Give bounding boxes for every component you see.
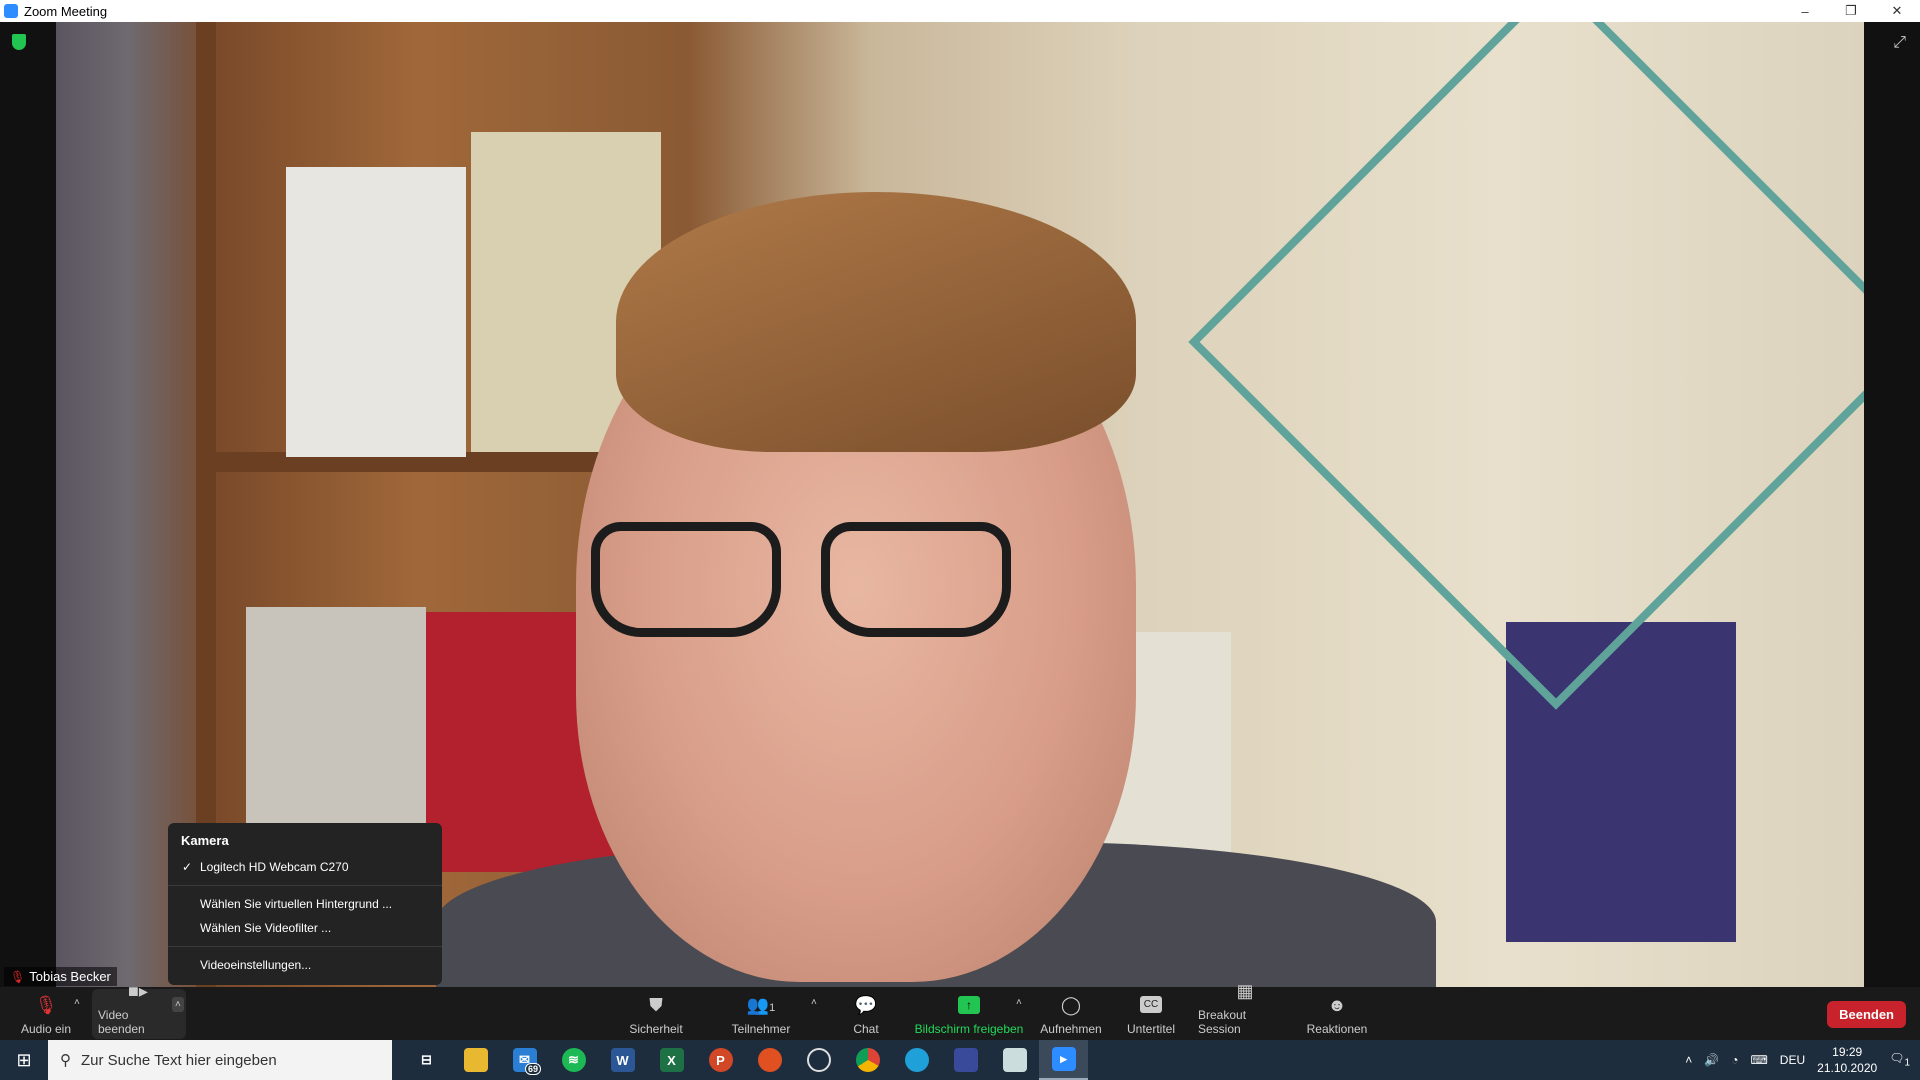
notification-count: 1: [1904, 1057, 1910, 1069]
zoom-taskbar-icon[interactable]: ▸: [1039, 1040, 1088, 1080]
share-screen-button[interactable]: ↑ Bildschirm freigeben: [912, 987, 1026, 1040]
reactions-button[interactable]: ☻ Reaktionen: [1306, 987, 1368, 1040]
time: 19:29: [1832, 1045, 1863, 1059]
obs-icon[interactable]: [794, 1040, 843, 1080]
chat-button[interactable]: 💬 Chat: [846, 987, 886, 1040]
spotify-icon[interactable]: ≋: [549, 1040, 598, 1080]
record-icon: ◯: [1060, 995, 1082, 1015]
share-label: Bildschirm freigeben: [914, 1022, 1024, 1036]
muted-mic-icon: 🎙: [10, 969, 26, 984]
smiley-plus-icon: ☻: [1327, 995, 1347, 1015]
keyboard-icon[interactable]: ⌨: [1750, 1053, 1767, 1067]
video-options-caret[interactable]: ˄: [172, 997, 184, 1012]
participants-label: Teilnehmer: [731, 1022, 791, 1036]
app-icon[interactable]: [745, 1040, 794, 1080]
windows-taskbar: ⊞ ⚲ Zur Suche Text hier eingeben ⊟ ✉ 69 ≋ …: [0, 1040, 1920, 1080]
menu-item-label: Wählen Sie virtuellen Hintergrund ...: [200, 897, 393, 911]
menu-item-label: Logitech HD Webcam C270: [200, 860, 349, 874]
divider: [168, 885, 442, 886]
audio-label: Audio ein: [20, 1022, 72, 1036]
tray-expand-icon[interactable]: ˄: [1685, 1053, 1692, 1067]
menu-item-label: Wählen Sie Videofilter ...: [200, 921, 332, 935]
camera-option-logitech[interactable]: ✓ Logitech HD Webcam C270: [168, 855, 442, 879]
search-icon: ⚲: [60, 1052, 71, 1069]
grid-icon: ▦: [1236, 981, 1254, 1001]
participant-name-label: 🎙 Tobias Becker: [4, 967, 117, 986]
chat-bubble-icon: 💬: [854, 995, 878, 1015]
audio-button[interactable]: 🎙 Audio ein: [18, 987, 74, 1040]
camera-menu-header: Kamera: [181, 833, 229, 848]
audio-options-caret[interactable]: ˄: [74, 997, 80, 1008]
muted-mic-icon: 🎙: [34, 995, 58, 1015]
chrome-icon[interactable]: [843, 1040, 892, 1080]
breakout-label: Breakout Session: [1198, 1008, 1247, 1036]
taskbar-search-input[interactable]: ⚲ Zur Suche Text hier eingeben: [48, 1040, 392, 1080]
cc-icon: CC: [1139, 996, 1163, 1013]
search-placeholder: Zur Suche Text hier eingeben: [81, 1051, 277, 1069]
fullscreen-icon[interactable]: ⤢: [1893, 34, 1906, 52]
captions-button[interactable]: CC Untertitel: [1124, 987, 1178, 1040]
security-label: Sicherheit: [629, 1022, 683, 1036]
windows-start-icon[interactable]: ⊞: [0, 1040, 48, 1080]
excel-icon[interactable]: X: [647, 1040, 696, 1080]
mail-icon[interactable]: ✉ 69: [500, 1040, 549, 1080]
participant-name: Tobias Becker: [29, 969, 111, 984]
video-label: Video beenden: [98, 1008, 145, 1036]
record-button[interactable]: ◯ Aufnehmen: [1038, 987, 1104, 1040]
end-meeting-button[interactable]: Beenden: [1827, 1001, 1906, 1028]
reactions-label: Reaktionen: [1306, 1022, 1368, 1036]
volume-icon[interactable]: 🔊: [1704, 1053, 1719, 1067]
shield-icon: ⛊: [649, 995, 663, 1015]
security-button[interactable]: ⛊ Sicherheit: [620, 987, 692, 1040]
video-settings-option[interactable]: Videoeinstellungen...: [168, 953, 442, 977]
wifi-icon[interactable]: ◔: [1731, 1053, 1738, 1067]
participants-options-caret[interactable]: ˄: [811, 997, 817, 1008]
date: 21.10.2020: [1817, 1061, 1878, 1075]
language-indicator[interactable]: DEU: [1780, 1053, 1805, 1067]
menu-item-label: Videoeinstellungen...: [200, 958, 312, 972]
stop-video-button[interactable]: ■▸ Video beenden: [98, 981, 178, 1040]
participants-count: 1: [769, 1002, 776, 1014]
participants-button[interactable]: 👥1 Teilnehmer: [724, 987, 798, 1040]
file-explorer-icon[interactable]: [451, 1040, 500, 1080]
divider: [168, 946, 442, 947]
app-icon[interactable]: [941, 1040, 990, 1080]
window-titlebar: Zoom Meeting – ❐ ✕: [0, 0, 1920, 22]
clock[interactable]: 19:29 21.10.2020: [1817, 1044, 1877, 1076]
chat-label: Chat: [853, 1022, 879, 1036]
participants-icon: 👥1: [746, 995, 776, 1015]
breakout-session-button[interactable]: ▦ Breakout Session: [1198, 981, 1292, 1040]
camera-menu: Kamera ✓ Logitech HD Webcam C270 Wählen S…: [168, 823, 442, 985]
encryption-shield-icon[interactable]: [12, 34, 26, 50]
restore-button[interactable]: ❐: [1828, 0, 1874, 22]
video-filter-option[interactable]: Wählen Sie Videofilter ...: [168, 916, 442, 940]
edge-icon[interactable]: [892, 1040, 941, 1080]
task-view-icon[interactable]: ⊟: [402, 1040, 451, 1080]
zoom-logo-icon: [4, 4, 18, 18]
virtual-background-option[interactable]: Wählen Sie virtuellen Hintergrund ...: [168, 892, 442, 916]
powerpoint-icon[interactable]: P: [696, 1040, 745, 1080]
window-title: Zoom Meeting: [24, 3, 108, 19]
system-tray: ˄ 🔊 ◔ ⌨ DEU 19:29 21.10.2020 🗨1: [1685, 1040, 1920, 1080]
notifications-icon[interactable]: 🗨1: [1889, 1051, 1910, 1068]
share-arrow-icon: ↑: [958, 996, 980, 1014]
word-icon[interactable]: W: [598, 1040, 647, 1080]
check-icon: ✓: [182, 860, 193, 874]
close-button[interactable]: ✕: [1874, 0, 1920, 22]
captions-label: Untertitel: [1126, 1022, 1176, 1036]
share-options-caret[interactable]: ˄: [1016, 997, 1022, 1008]
mail-badge: 69: [524, 1063, 541, 1075]
video-camera-icon: ■▸: [128, 981, 148, 1001]
meeting-toolbar: 🎙 Audio ein ˄ ■▸ Video beenden ˄ ⛊ Sicherhe…: [0, 981, 1920, 1040]
notepad-icon[interactable]: [990, 1040, 1039, 1080]
minimize-button[interactable]: –: [1782, 0, 1828, 22]
record-label: Aufnehmen: [1040, 1022, 1102, 1036]
